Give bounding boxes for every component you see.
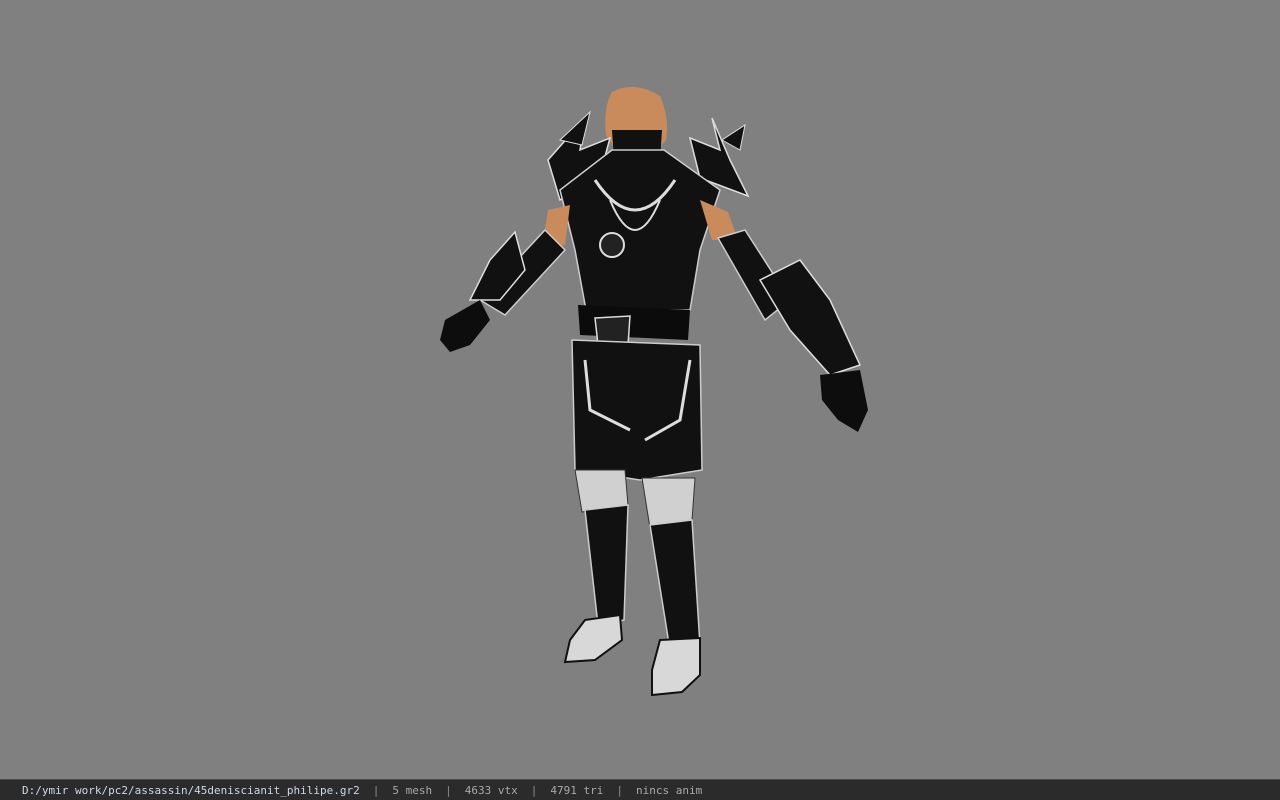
file-path: D:/ymir work/pc2/assassin/45deniscianit_… <box>22 783 360 797</box>
separator: | <box>530 783 538 797</box>
separator: | <box>445 783 452 797</box>
character-model-icon <box>440 86 868 697</box>
status-bar: D:/ymir work/pc2/assassin/45deniscianit_… <box>0 779 1280 800</box>
model-viewport[interactable] <box>0 0 1280 779</box>
animation-status: nincs anim <box>635 783 703 797</box>
separator: | <box>616 783 623 797</box>
separator: | <box>372 783 380 797</box>
mesh-count: 5 mesh <box>392 783 433 797</box>
triangle-count: 4791 tri <box>550 783 604 797</box>
vertex-count: 4633 vtx <box>464 783 518 797</box>
